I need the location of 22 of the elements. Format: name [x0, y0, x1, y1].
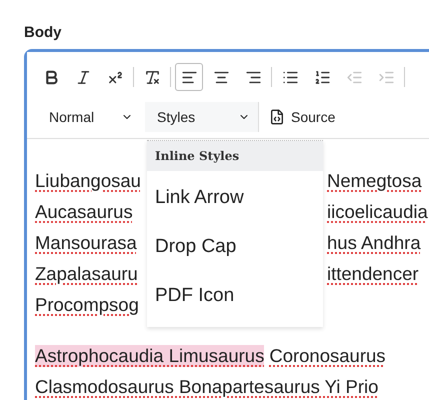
remove-format-icon	[144, 68, 160, 86]
highlighted-text: Astrophocaudia Limusaurus	[35, 344, 264, 366]
body-text: Coronosaurus	[269, 344, 386, 366]
numbered-list-icon	[314, 68, 330, 86]
menu-item[interactable]: Drop Cap	[147, 220, 323, 269]
body-text: Liubangosau	[35, 170, 141, 190]
body-text: Clasmodosaurus Bonapartesaurus Yi Prio	[35, 376, 378, 398]
body-text: iicoelicaudia	[327, 200, 428, 222]
field-label: Body	[24, 24, 62, 41]
menu-item[interactable]: PDF Icon	[147, 269, 323, 318]
body-text: Mansourasa	[35, 232, 137, 252]
file-code-icon	[269, 109, 285, 125]
body-text: Aucasaurus	[35, 200, 133, 222]
menu-item[interactable]: Link Arrow	[147, 171, 323, 220]
body-text: Nemegtosa	[327, 170, 422, 192]
body-text: Procompsog	[35, 294, 139, 314]
body-text: hus Andhra	[327, 232, 421, 254]
body-text: Zapalasauru	[35, 262, 138, 284]
menu-header: Inline Styles	[147, 141, 323, 171]
styles-dropdown[interactable]: Styles	[145, 102, 259, 132]
body-text: ittendencer	[327, 262, 419, 284]
align-left-button[interactable]	[175, 63, 203, 91]
